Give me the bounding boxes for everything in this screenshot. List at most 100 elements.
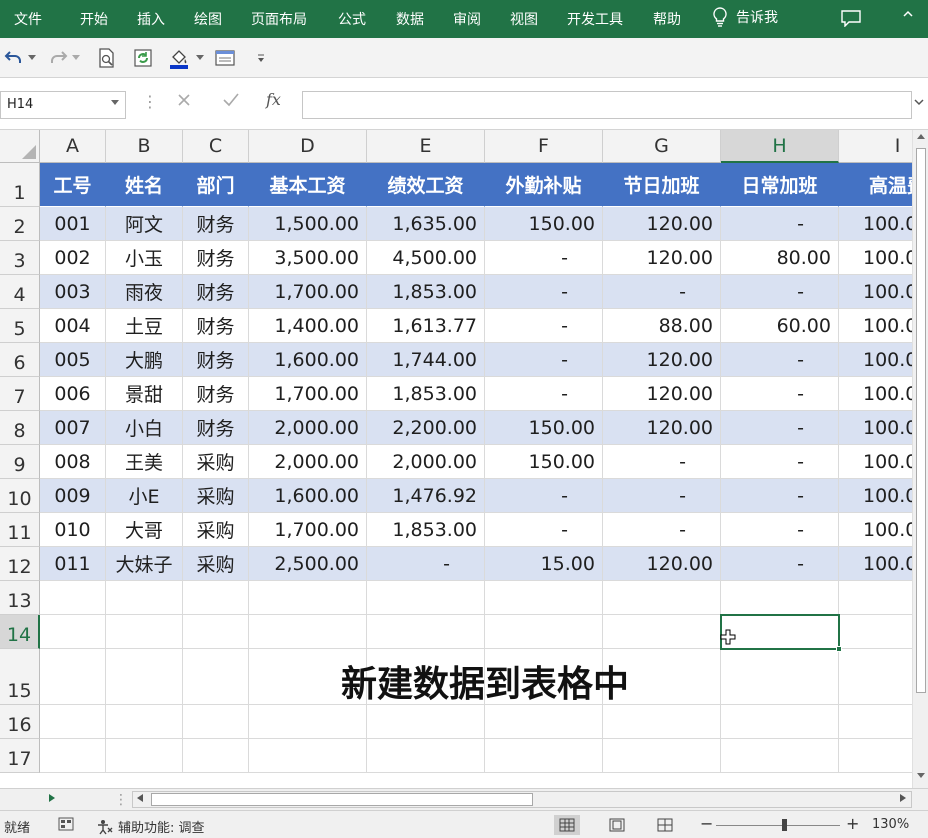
cell-g11[interactable]: - [603, 513, 721, 547]
cell-f9[interactable]: 150.00 [485, 445, 603, 479]
cell-a17[interactable] [40, 739, 106, 773]
column-header-c[interactable]: C [183, 130, 249, 163]
cell-a11[interactable]: 010 [40, 513, 106, 547]
cell-d12[interactable]: 2,500.00 [249, 547, 367, 581]
cell-b4[interactable]: 雨夜 [106, 275, 183, 309]
zoom-level[interactable]: 130% [872, 817, 909, 832]
cell-d2[interactable]: 1,500.00 [249, 207, 367, 241]
cell-a3[interactable]: 002 [40, 241, 106, 275]
cell-a5[interactable]: 004 [40, 309, 106, 343]
cell-g1[interactable]: 节日加班 [603, 163, 721, 207]
cell-h11[interactable]: - [721, 513, 839, 547]
cell-e12[interactable]: - [367, 547, 485, 581]
cell-h15[interactable] [721, 649, 839, 705]
worksheet-grid[interactable]: ABCDEFGHI 1 2 3 4 5 6 7 8 9 10 11 12 13 14 15 16 17 工号 姓名… [0, 130, 928, 788]
cell-h9[interactable]: - [721, 445, 839, 479]
cell-b5[interactable]: 土豆 [106, 309, 183, 343]
cell-f13[interactable] [485, 581, 603, 615]
page-break-view-button[interactable] [652, 815, 678, 835]
row-header-12[interactable]: 12 [0, 547, 40, 581]
cell-h17[interactable] [721, 739, 839, 773]
cell-g7[interactable]: 120.00 [603, 377, 721, 411]
cell-f4[interactable]: - [485, 275, 603, 309]
cell-g17[interactable] [603, 739, 721, 773]
tab-file[interactable]: 文件 [14, 9, 42, 29]
cell-g14[interactable] [603, 615, 721, 649]
cell-d5[interactable]: 1,400.00 [249, 309, 367, 343]
cell-g4[interactable]: - [603, 275, 721, 309]
cell-e11[interactable]: 1,853.00 [367, 513, 485, 547]
vertical-scrollbar[interactable] [912, 130, 928, 788]
scroll-down-icon[interactable] [916, 772, 926, 783]
cell-f3[interactable]: - [485, 241, 603, 275]
cell-e1[interactable]: 绩效工资 [367, 163, 485, 207]
cell-d8[interactable]: 2,000.00 [249, 411, 367, 445]
fill-color-button[interactable] [168, 47, 190, 69]
column-header-e[interactable]: E [367, 130, 485, 163]
cell-c11[interactable]: 采购 [183, 513, 249, 547]
cell-b8[interactable]: 小白 [106, 411, 183, 445]
cell-c2[interactable]: 财务 [183, 207, 249, 241]
cell-e13[interactable] [367, 581, 485, 615]
vertical-scroll-thumb[interactable] [916, 148, 926, 693]
cell-h8[interactable]: - [721, 411, 839, 445]
cell-c4[interactable]: 财务 [183, 275, 249, 309]
cell-b12[interactable]: 大妹子 [106, 547, 183, 581]
scroll-right-icon[interactable] [899, 793, 907, 806]
cell-g6[interactable]: 120.00 [603, 343, 721, 377]
tab-review[interactable]: 审阅 [453, 9, 481, 29]
name-box[interactable]: H14 [0, 91, 126, 119]
cell-e8[interactable]: 2,200.00 [367, 411, 485, 445]
fill-handle[interactable] [836, 646, 842, 652]
cell-e9[interactable]: 2,000.00 [367, 445, 485, 479]
cell-f10[interactable]: - [485, 479, 603, 513]
enter-checkmark-icon[interactable] [222, 92, 240, 112]
cell-b6[interactable]: 大鹏 [106, 343, 183, 377]
cell-e6[interactable]: 1,744.00 [367, 343, 485, 377]
horizontal-scrollbar[interactable] [132, 791, 912, 808]
tab-page-layout[interactable]: 页面布局 [251, 9, 307, 29]
tab-formulas[interactable]: 公式 [338, 9, 366, 29]
comment-icon[interactable] [840, 9, 862, 28]
cell-h5[interactable]: 60.00 [721, 309, 839, 343]
cell-f8[interactable]: 150.00 [485, 411, 603, 445]
fill-color-dropdown-icon[interactable] [196, 47, 204, 69]
tab-help[interactable]: 帮助 [653, 9, 681, 29]
tab-split-grip-icon[interactable]: ⋮ [114, 792, 128, 808]
column-header-a[interactable]: A [40, 130, 106, 163]
cell-e14[interactable] [367, 615, 485, 649]
cell-h2[interactable]: - [721, 207, 839, 241]
tab-home[interactable]: 开始 [80, 9, 108, 29]
cell-f17[interactable] [485, 739, 603, 773]
tab-view[interactable]: 视图 [510, 9, 538, 29]
cell-b13[interactable] [106, 581, 183, 615]
cell-c7[interactable]: 财务 [183, 377, 249, 411]
row-header-6[interactable]: 6 [0, 343, 40, 377]
cell-d9[interactable]: 2,000.00 [249, 445, 367, 479]
cell-e2[interactable]: 1,635.00 [367, 207, 485, 241]
cell-h13[interactable] [721, 581, 839, 615]
cell-a12[interactable]: 011 [40, 547, 106, 581]
column-header-g[interactable]: G [603, 130, 721, 163]
cell-d17[interactable] [249, 739, 367, 773]
name-box-dropdown-icon[interactable] [111, 99, 119, 109]
undo-button[interactable] [4, 47, 24, 69]
cell-b7[interactable]: 景甜 [106, 377, 183, 411]
column-header-h[interactable]: H [721, 130, 839, 163]
cell-c6[interactable]: 财务 [183, 343, 249, 377]
cell-c17[interactable] [183, 739, 249, 773]
scroll-up-icon[interactable] [916, 132, 926, 143]
cell-e5[interactable]: 1,613.77 [367, 309, 485, 343]
cell-h10[interactable]: - [721, 479, 839, 513]
cell-c10[interactable]: 采购 [183, 479, 249, 513]
cell-h12[interactable]: - [721, 547, 839, 581]
tab-draw[interactable]: 绘图 [194, 9, 222, 29]
cell-c3[interactable]: 财务 [183, 241, 249, 275]
cell-g16[interactable] [603, 705, 721, 739]
formula-input[interactable] [302, 91, 912, 119]
cell-h3[interactable]: 80.00 [721, 241, 839, 275]
cell-h16[interactable] [721, 705, 839, 739]
print-preview-button[interactable] [96, 47, 118, 69]
cell-e17[interactable] [367, 739, 485, 773]
cell-g9[interactable]: - [603, 445, 721, 479]
